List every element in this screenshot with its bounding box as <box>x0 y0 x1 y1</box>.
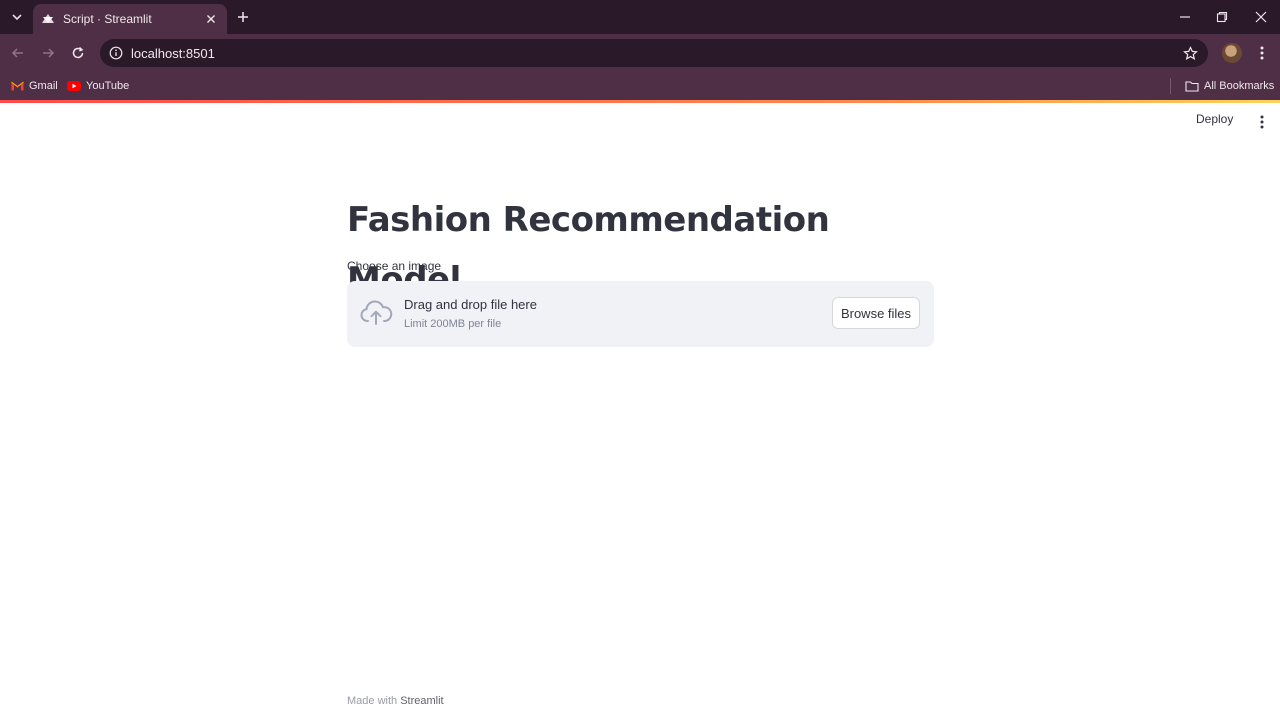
site-info-icon[interactable] <box>108 45 124 61</box>
more-vertical-icon <box>1260 46 1264 60</box>
more-vertical-icon <box>1260 115 1264 129</box>
all-bookmarks-label: All Bookmarks <box>1204 80 1275 92</box>
browser-tab-strip: Script · Streamlit <box>0 0 1280 34</box>
arrow-right-icon <box>43 48 55 58</box>
all-bookmarks-button[interactable]: All Bookmarks <box>1185 77 1274 95</box>
page-title: Fashion Recommendation Model <box>347 200 830 300</box>
folder-icon <box>1185 79 1199 93</box>
deploy-button[interactable]: Deploy <box>1196 112 1233 126</box>
new-tab-button[interactable] <box>233 7 253 27</box>
profile-avatar[interactable] <box>1222 43 1242 63</box>
minimize-icon <box>1180 16 1190 18</box>
bookmark-gmail[interactable]: Gmail <box>10 77 58 95</box>
dropzone-instructions: Drag and drop file here Limit 200MB per … <box>404 297 537 330</box>
streamlit-main-menu-button[interactable] <box>1254 112 1270 132</box>
file-dropzone[interactable]: Drag and drop file here Limit 200MB per … <box>347 281 934 347</box>
youtube-icon <box>67 79 81 93</box>
streamlit-link[interactable]: Streamlit <box>400 695 443 707</box>
forward-button[interactable] <box>38 43 58 63</box>
browse-files-button[interactable]: Browse files <box>832 297 920 329</box>
back-button[interactable] <box>8 43 28 63</box>
tab-search-button[interactable] <box>6 6 28 28</box>
cloud-upload-icon <box>359 299 393 327</box>
reload-icon <box>72 46 84 59</box>
streamlit-favicon-icon <box>41 12 55 26</box>
bookmarks-bar: Gmail YouTube All Bookmarks <box>0 72 1280 100</box>
browser-tab-active[interactable]: Script · Streamlit <box>33 4 227 34</box>
tab-title: Script · Streamlit <box>63 12 152 26</box>
browser-menu-button[interactable] <box>1254 43 1270 63</box>
maximize-window-button[interactable] <box>1213 8 1231 26</box>
page-footer: Made with Streamlit <box>347 695 444 707</box>
file-size-limit: Limit 200MB per file <box>404 318 502 330</box>
arrow-left-icon <box>11 48 23 58</box>
browser-toolbar: localhost:8501 <box>0 34 1280 72</box>
streamlit-header: Deploy <box>0 103 1280 141</box>
address-bar[interactable]: localhost:8501 <box>100 39 1208 67</box>
dropzone-title: Drag and drop file here <box>404 297 537 312</box>
chevron-down-icon <box>12 14 22 21</box>
main-content: Fashion Recommendation Model Choose an i… <box>347 190 934 347</box>
footer-prefix: Made with <box>347 695 398 707</box>
reload-button[interactable] <box>68 43 88 63</box>
minimize-window-button[interactable] <box>1176 8 1194 26</box>
bookmark-youtube[interactable]: YouTube <box>67 77 129 95</box>
gmail-icon <box>10 79 24 93</box>
close-tab-icon[interactable] <box>203 11 219 27</box>
bookmark-label: YouTube <box>86 80 130 92</box>
close-window-button[interactable] <box>1252 8 1270 26</box>
url-text[interactable]: localhost:8501 <box>131 46 215 61</box>
bookmarks-divider <box>1170 78 1171 94</box>
bookmark-label: Gmail <box>29 80 58 92</box>
file-uploader-label: Choose an image <box>347 259 442 273</box>
restore-icon <box>1216 11 1228 23</box>
bookmark-star-icon[interactable] <box>1182 45 1198 61</box>
close-icon <box>1255 11 1267 23</box>
plus-icon <box>238 12 248 22</box>
